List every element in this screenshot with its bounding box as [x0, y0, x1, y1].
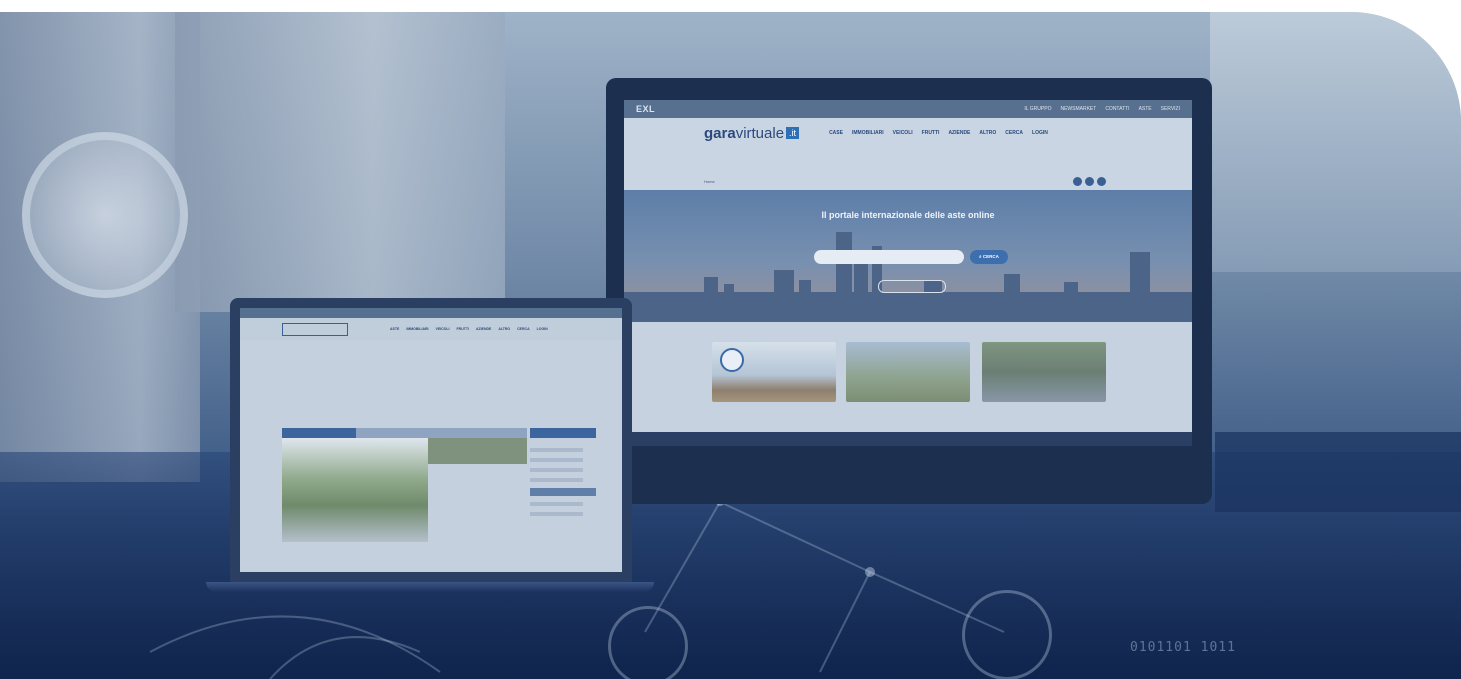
tab-active[interactable]: [282, 428, 356, 438]
sidebar-line: [530, 468, 583, 472]
featured-card[interactable]: [982, 342, 1106, 402]
badge-icon: [720, 348, 744, 372]
laptop-base: [206, 582, 654, 592]
lightbulb-icon: [962, 590, 1052, 679]
search-button[interactable]: ⌕ CERCA: [970, 250, 1008, 264]
logo-bold: gara: [704, 124, 736, 142]
nav-item-immobiliari[interactable]: IMMOBILIARI: [852, 130, 884, 136]
nav-item-altro[interactable]: ALTRO: [979, 130, 996, 136]
listing-tabs: [282, 428, 527, 438]
binary-text: 0101101 1011: [1130, 640, 1236, 655]
laptop-nav: ASTE IMMOBILIARI VEICOLI FRUTTI AZIENDE …: [390, 327, 548, 331]
nav-item-veicoli[interactable]: VEICOLI: [893, 130, 913, 136]
monitor-chin: [624, 432, 1192, 446]
notice-banner: Home: [624, 148, 1192, 190]
logo-tld: .it: [786, 126, 800, 139]
laptop-nav-item[interactable]: LOGIN: [537, 327, 548, 331]
sidebar-header[interactable]: [530, 428, 596, 438]
sidebar-line: [530, 448, 583, 452]
twitter-icon[interactable]: [1097, 177, 1106, 186]
laptop-nav-item[interactable]: ASTE: [390, 327, 399, 331]
sidebar-list: [530, 442, 596, 542]
laptop-nav-item[interactable]: CERCA: [517, 327, 529, 331]
sidebar-line: [530, 478, 583, 482]
topbar-link[interactable]: NEWSMARKET: [1060, 106, 1096, 112]
laptop: ASTE IMMOBILIARI VEICOLI FRUTTI AZIENDE …: [230, 298, 632, 582]
laptop-nav-item[interactable]: AZIENDE: [476, 327, 491, 331]
logo-regular: virtuale: [735, 124, 785, 142]
social-icons: [1073, 177, 1106, 186]
topbar-logo[interactable]: EXL: [636, 104, 655, 114]
monitor-screen: EXL IL GRUPPO NEWSMARKET CONTATTI ASTE S…: [624, 100, 1192, 432]
topbar-link[interactable]: SERVIZI: [1161, 106, 1180, 112]
laptop-nav-item[interactable]: FRUTTI: [457, 327, 469, 331]
sidebar-line: [530, 502, 583, 506]
site-topbar: EXL IL GRUPPO NEWSMARKET CONTATTI ASTE S…: [624, 100, 1192, 118]
nav-item-case[interactable]: CASE: [829, 130, 843, 136]
featured-cards: [624, 322, 1192, 432]
nav-item-cerca[interactable]: CERCA: [1005, 130, 1023, 136]
laptop-nav-item[interactable]: IMMOBILIARI: [406, 327, 428, 331]
desktop-monitor: EXL IL GRUPPO NEWSMARKET CONTATTI ASTE S…: [606, 78, 1212, 504]
site-logo[interactable]: garavirtuale .it: [704, 124, 800, 142]
search-button-label: CERCA: [982, 254, 999, 259]
topbar-links: IL GRUPPO NEWSMARKET CONTATTI ASTE SERVI…: [1024, 106, 1180, 112]
featured-card[interactable]: [846, 342, 970, 402]
breadcrumb-home[interactable]: Home: [704, 179, 715, 184]
listing-photo[interactable]: [282, 438, 428, 542]
hero-title: Il portale internazionale delle aste onl…: [821, 210, 995, 220]
laptop-screen: ASTE IMMOBILIARI VEICOLI FRUTTI AZIENDE …: [240, 308, 622, 572]
featured-card[interactable]: [712, 342, 836, 402]
listing-thumbnails[interactable]: [428, 438, 527, 464]
topbar-link[interactable]: IL GRUPPO: [1024, 106, 1051, 112]
laptop-logo[interactable]: [282, 322, 348, 336]
laptop-header: ASTE IMMOBILIARI VEICOLI FRUTTI AZIENDE …: [240, 318, 622, 340]
social-icon[interactable]: [1073, 177, 1082, 186]
sidebar-button[interactable]: [530, 488, 596, 496]
laptop-nav-item[interactable]: VEICOLI: [436, 327, 450, 331]
laptop-topbar: [240, 308, 622, 318]
hero-banner: EXL IL GRUPPO NEWSMARKET CONTATTI ASTE S…: [0, 12, 1461, 679]
phone-icon: [608, 606, 688, 679]
nav-item-aziende[interactable]: AZIENDE: [948, 130, 970, 136]
topbar-link[interactable]: CONTATTI: [1105, 106, 1129, 112]
sidebar-line: [530, 512, 583, 516]
site-header: garavirtuale .it CASE IMMOBILIARI VEICOLI…: [624, 118, 1192, 148]
advanced-search-button[interactable]: [878, 280, 946, 293]
topbar-link[interactable]: ASTE: [1139, 106, 1152, 112]
site-nav: CASE IMMOBILIARI VEICOLI FRUTTI AZIENDE …: [829, 130, 1048, 136]
site-hero: Il portale internazionale delle aste onl…: [624, 190, 1192, 322]
facebook-icon[interactable]: [1085, 177, 1094, 186]
laptop-nav-item[interactable]: ALTRO: [498, 327, 510, 331]
skyline-image: [624, 232, 1192, 322]
sidebar-line: [530, 458, 583, 462]
nav-item-login[interactable]: LOGIN: [1032, 130, 1048, 136]
search-input[interactable]: [814, 250, 964, 264]
nav-item-frutti[interactable]: FRUTTI: [922, 130, 940, 136]
